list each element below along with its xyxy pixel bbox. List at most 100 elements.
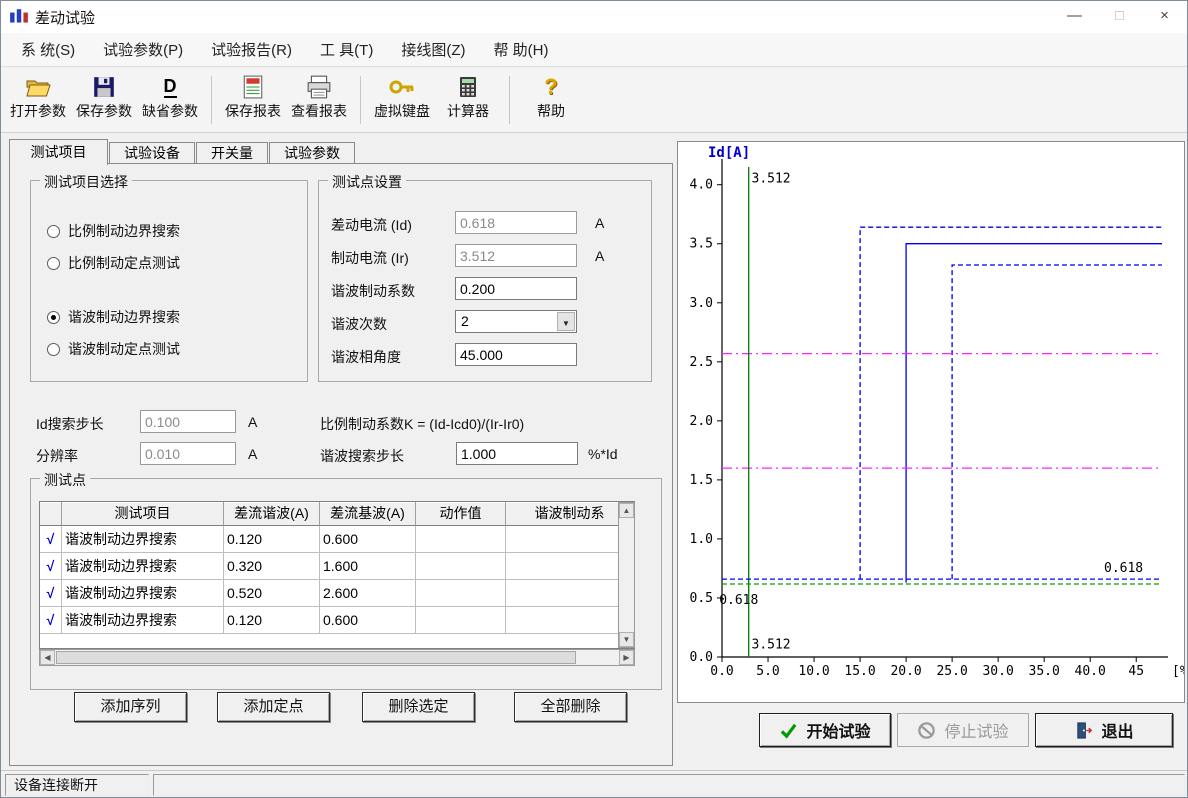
default-params-button[interactable]: D 缺省参数 [137,72,203,128]
svg-text:0.618: 0.618 [719,593,758,608]
help-icon: ? [518,72,584,102]
delete-all-button[interactable]: 全部删除 [514,692,627,722]
menu-tools[interactable]: 工 具(T) [306,33,387,66]
table-row[interactable]: √ 谐波制动边界搜索 0.120 0.600 [40,607,634,634]
table-header-row: 测试项目 差流谐波(A) 差流基波(A) 动作值 谐波制动系 [40,502,634,526]
view-report-icon [286,72,352,102]
scroll-left-icon[interactable]: ◀ [40,650,55,665]
help-button[interactable]: ? 帮助 [518,72,584,128]
toolbar-separator [360,76,361,124]
id-step-input[interactable] [140,410,236,433]
column-header[interactable]: 测试项目 [62,502,224,526]
harmonic-coeff-label: 谐波制动系数 [331,281,415,301]
menu-help[interactable]: 帮 助(H) [479,33,562,66]
tab-test-items[interactable]: 测试项目 [9,139,108,165]
restrain-current-input[interactable] [455,244,577,267]
row-check-icon[interactable]: √ [40,607,62,634]
scroll-thumb[interactable] [56,651,576,664]
cell: 谐波制动边界搜索 [62,607,224,634]
close-button[interactable]: × [1142,1,1187,33]
svg-text:Id[A]: Id[A] [708,145,750,161]
exit-button[interactable]: 退出 [1035,713,1173,747]
menu-bar: 系 统(S) 试验参数(P) 试验报告(R) 工 具(T) 接线图(Z) 帮 助… [1,33,1187,67]
calculator-button[interactable]: 计算器 [435,72,501,128]
view-report-button[interactable]: 查看报表 [286,72,352,128]
tab-test-device[interactable]: 试验设备 [109,142,195,164]
group-title: 测试点 [40,470,90,490]
radio-icon [47,225,60,238]
radio-harmonic-fixed-point[interactable]: 谐波制动定点测试 [47,339,180,359]
cell [416,607,506,634]
svg-text:25.0: 25.0 [936,664,967,679]
row-check-icon[interactable]: √ [40,526,62,553]
column-header[interactable]: 谐波制动系 [506,502,634,526]
resolution-input[interactable] [140,442,236,465]
save-report-button[interactable]: 保存报表 [220,72,286,128]
chevron-down-icon[interactable]: ▼ [557,312,575,331]
group-title: 测试项目选择 [40,172,132,192]
row-check-icon[interactable]: √ [40,580,62,607]
save-icon [71,72,137,102]
svg-text:0.618: 0.618 [1104,561,1143,576]
cell: 2.600 [320,580,416,607]
minimize-button[interactable]: — [1052,1,1097,33]
svg-text:1.5: 1.5 [690,473,713,488]
column-header[interactable]: 差流基波(A) [320,502,416,526]
open-params-button[interactable]: 打开参数 [5,72,71,128]
stop-test-button[interactable]: 停止试验 [897,713,1029,747]
cell: 0.600 [320,607,416,634]
radio-icon [47,311,60,324]
harmonic-step-input[interactable] [456,442,578,465]
row-check-icon[interactable]: √ [40,553,62,580]
menu-test-report[interactable]: 试验报告(R) [197,33,306,66]
save-report-icon [220,72,286,102]
tab-test-params[interactable]: 试验参数 [269,142,355,164]
delete-selected-button[interactable]: 删除选定 [362,692,475,722]
title-bar: 差动试验 — □ × [1,1,1187,33]
add-sequence-button[interactable]: 添加序列 [74,692,187,722]
svg-text:4.0: 4.0 [690,178,713,193]
unit-label: A [595,215,604,231]
cell: 0.520 [224,580,320,607]
scroll-down-icon[interactable]: ▼ [619,632,634,647]
maximize-button[interactable]: □ [1097,1,1142,33]
svg-text:0.0: 0.0 [710,664,733,679]
table-row[interactable]: √ 谐波制动边界搜索 0.120 0.600 [40,526,634,553]
harmonic-coeff-input[interactable] [455,277,577,300]
table-horizontal-scrollbar[interactable]: ◀ ▶ [39,649,635,666]
svg-text:20.0: 20.0 [890,664,921,679]
virtual-keyboard-button[interactable]: 虚拟键盘 [369,72,435,128]
diff-current-input[interactable] [455,211,577,234]
svg-text:30.0: 30.0 [982,664,1013,679]
start-test-button[interactable]: 开始试验 [759,713,891,747]
column-header[interactable]: 差流谐波(A) [224,502,320,526]
svg-text:3.512: 3.512 [752,638,791,653]
add-fixed-point-button[interactable]: 添加定点 [217,692,330,722]
table-vertical-scrollbar[interactable]: ▲ ▼ [618,502,635,648]
toolbar-separator [509,76,510,124]
svg-text:3.0: 3.0 [690,296,713,311]
radio-ratio-boundary-search[interactable]: 比例制动边界搜索 [47,221,180,241]
table-row[interactable]: √ 谐波制动边界搜索 0.320 1.600 [40,553,634,580]
column-header[interactable] [40,502,62,526]
toolbar-separator [211,76,212,124]
exit-door-icon [1074,721,1093,740]
radio-ratio-fixed-point[interactable]: 比例制动定点测试 [47,253,180,273]
unit-label: A [248,414,257,430]
harmonic-order-select[interactable]: 2 ▼ [455,310,577,333]
cell: 0.600 [320,526,416,553]
tab-switch-values[interactable]: 开关量 [196,142,268,164]
save-params-button[interactable]: 保存参数 [71,72,137,128]
scroll-right-icon[interactable]: ▶ [619,650,634,665]
radio-harmonic-boundary-search[interactable]: 谐波制动边界搜索 [47,307,180,327]
ratio-coefficient-formula: 比例制动系数K = (Id-Icd0)/(Ir-Ir0) [320,414,524,434]
cell [416,580,506,607]
unit-label: A [248,446,257,462]
menu-test-params[interactable]: 试验参数(P) [89,33,197,66]
menu-system[interactable]: 系 统(S) [7,33,89,66]
harmonic-phase-input[interactable] [455,343,577,366]
scroll-up-icon[interactable]: ▲ [619,503,634,518]
column-header[interactable]: 动作值 [416,502,506,526]
table-row[interactable]: √ 谐波制动边界搜索 0.520 2.600 [40,580,634,607]
menu-wiring-diagram[interactable]: 接线图(Z) [387,33,479,66]
